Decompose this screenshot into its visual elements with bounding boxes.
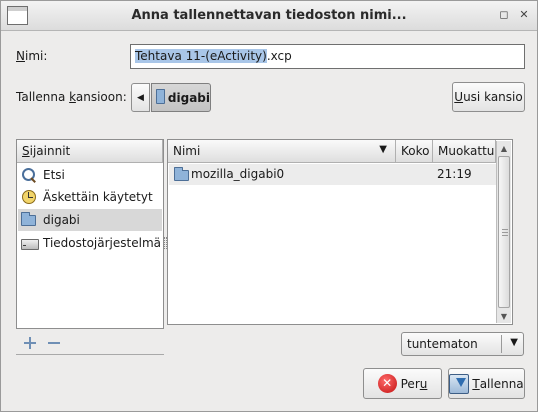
file-modified: 21:19 (437, 167, 472, 181)
scrollbar-thumb[interactable] (498, 156, 510, 308)
filename-extension: .xcp (266, 49, 292, 63)
place-item-filesystem[interactable]: Tiedostojärjestelmä (18, 232, 162, 254)
chevron-down-icon: ▼ (510, 337, 518, 348)
table-row[interactable]: mozilla_digabi0 21:19 (169, 164, 496, 185)
column-header-size[interactable]: Koko (396, 140, 433, 163)
file-name: mozilla_digabi0 (191, 167, 285, 181)
save-file-dialog: Anna tallennettavan tiedoston nimi... ◻ … (0, 0, 538, 412)
save-button[interactable]: Tallenna (448, 368, 525, 399)
filename-selected-text: Tehtava 11-(eActivity) (135, 49, 267, 63)
add-place-icon[interactable] (22, 335, 38, 351)
path-crumb-label: digabi (167, 90, 210, 105)
folder-icon (174, 167, 189, 181)
scroll-down-icon[interactable]: ▼ (497, 309, 511, 323)
folder-icon (156, 88, 165, 104)
path-back-button[interactable]: ◀ (131, 83, 150, 112)
places-pane: Sijainnit Etsi Äskettäin käytetyt digabi… (16, 139, 164, 329)
path-crumb-digabi[interactable]: digabi (151, 83, 211, 112)
places-header[interactable]: Sijainnit (17, 140, 163, 163)
file-type-filter-select[interactable]: tuntematon ▼ (401, 332, 524, 356)
place-item-search[interactable]: Etsi (18, 164, 162, 186)
separator-line (16, 354, 164, 355)
close-icon[interactable]: ✕ (516, 7, 532, 23)
sort-down-icon: ▼ (379, 144, 387, 155)
filename-input[interactable]: Tehtava 11-(eActivity).xcp (130, 44, 525, 69)
save-in-label: Tallenna kansioon: (16, 90, 127, 104)
vertical-scrollbar[interactable]: ▲ ▼ (496, 141, 511, 323)
cancel-button[interactable]: ✕ Per u (363, 368, 442, 399)
drive-icon (21, 235, 39, 251)
window-title: Anna tallennettavan tiedoston nimi... (131, 8, 407, 23)
folder-icon (21, 212, 36, 226)
filter-selected-value: tuntematon (407, 337, 478, 351)
column-header-modified[interactable]: Muokattu (433, 140, 496, 163)
name-label: Nimi: (16, 49, 48, 63)
file-list-pane: Nimi ▼ Koko Muokattu mozilla_digabi0 21:… (167, 139, 513, 325)
search-icon (21, 167, 37, 183)
place-item-recent[interactable]: Äskettäin käytetyt (18, 186, 162, 208)
triangle-left-icon: ◀ (137, 92, 144, 103)
new-folder-button[interactable]: Uusi kansio (452, 82, 525, 112)
remove-place-icon[interactable] (46, 335, 62, 351)
scroll-up-icon[interactable]: ▲ (497, 141, 511, 155)
place-item-digabi[interactable]: digabi (18, 209, 162, 231)
column-header-name[interactable]: Nimi ▼ (168, 140, 396, 163)
grip-icon (502, 229, 508, 236)
title-bar[interactable]: Anna tallennettavan tiedoston nimi... ◻ … (1, 1, 537, 31)
save-icon (449, 373, 470, 394)
maximize-icon[interactable]: ◻ (496, 7, 512, 23)
recent-clock-icon (21, 189, 37, 205)
cancel-icon: ✕ (377, 374, 397, 393)
